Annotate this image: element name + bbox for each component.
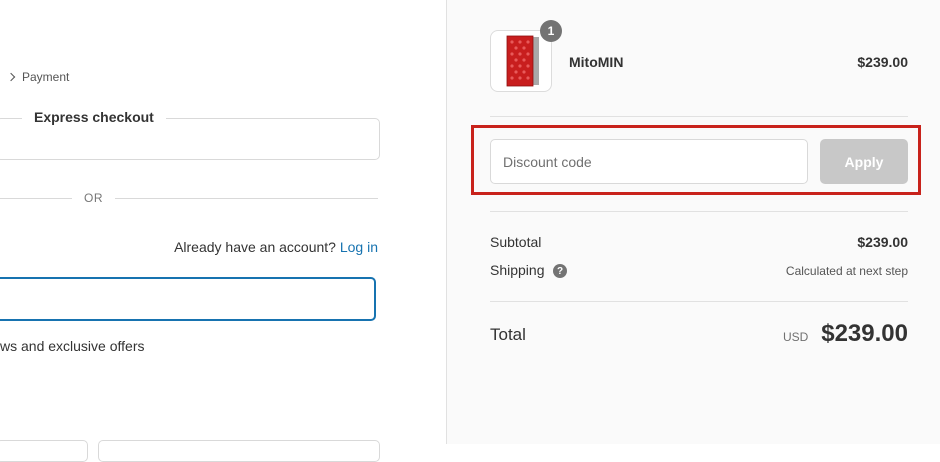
shipping-label: Shipping <box>490 262 545 278</box>
product-price: $239.00 <box>857 54 908 70</box>
divider-line <box>490 301 908 302</box>
red-light-panel-icon <box>506 35 539 87</box>
first-name-field[interactable] <box>0 440 88 462</box>
login-link[interactable]: Log in <box>340 239 378 255</box>
apply-discount-button[interactable]: Apply <box>820 139 908 184</box>
product-name: MitoMIN <box>569 54 624 70</box>
total-label: Total <box>490 325 526 344</box>
email-field[interactable] <box>0 277 376 321</box>
divider-line <box>490 211 908 212</box>
login-prompt-text: Already have an account? <box>174 239 336 255</box>
newsletter-checkbox-label[interactable]: ws and exclusive offers <box>0 338 144 354</box>
or-divider-text: OR <box>84 191 103 205</box>
divider-line-right <box>115 198 378 199</box>
discount-code-input[interactable] <box>490 139 808 184</box>
chevron-right-icon <box>6 72 16 82</box>
subtotal-label: Subtotal <box>490 234 542 250</box>
last-name-field[interactable] <box>98 440 380 462</box>
total-currency: USD <box>783 330 809 344</box>
breadcrumb-item-payment[interactable]: Payment <box>22 70 69 84</box>
divider-line-left <box>0 198 72 199</box>
login-prompt: Already have an account? Log in <box>174 239 378 255</box>
subtotal-value: $239.00 <box>857 234 908 250</box>
divider-line <box>490 116 908 117</box>
order-summary-pane: 1 MitoMIN $239.00 Apply Subtotal $239.00… <box>446 0 940 444</box>
quantity-badge: 1 <box>540 20 562 42</box>
express-checkout-title: Express checkout <box>22 109 166 125</box>
shipping-value: Calculated at next step <box>785 264 908 278</box>
product-thumbnail <box>490 30 552 92</box>
question-mark-icon[interactable]: ? <box>553 264 567 278</box>
checkout-form-pane: Payment Express checkout OR Already have… <box>0 0 446 462</box>
total-amount: $239.00 <box>821 320 908 347</box>
breadcrumb: Payment <box>6 70 69 84</box>
